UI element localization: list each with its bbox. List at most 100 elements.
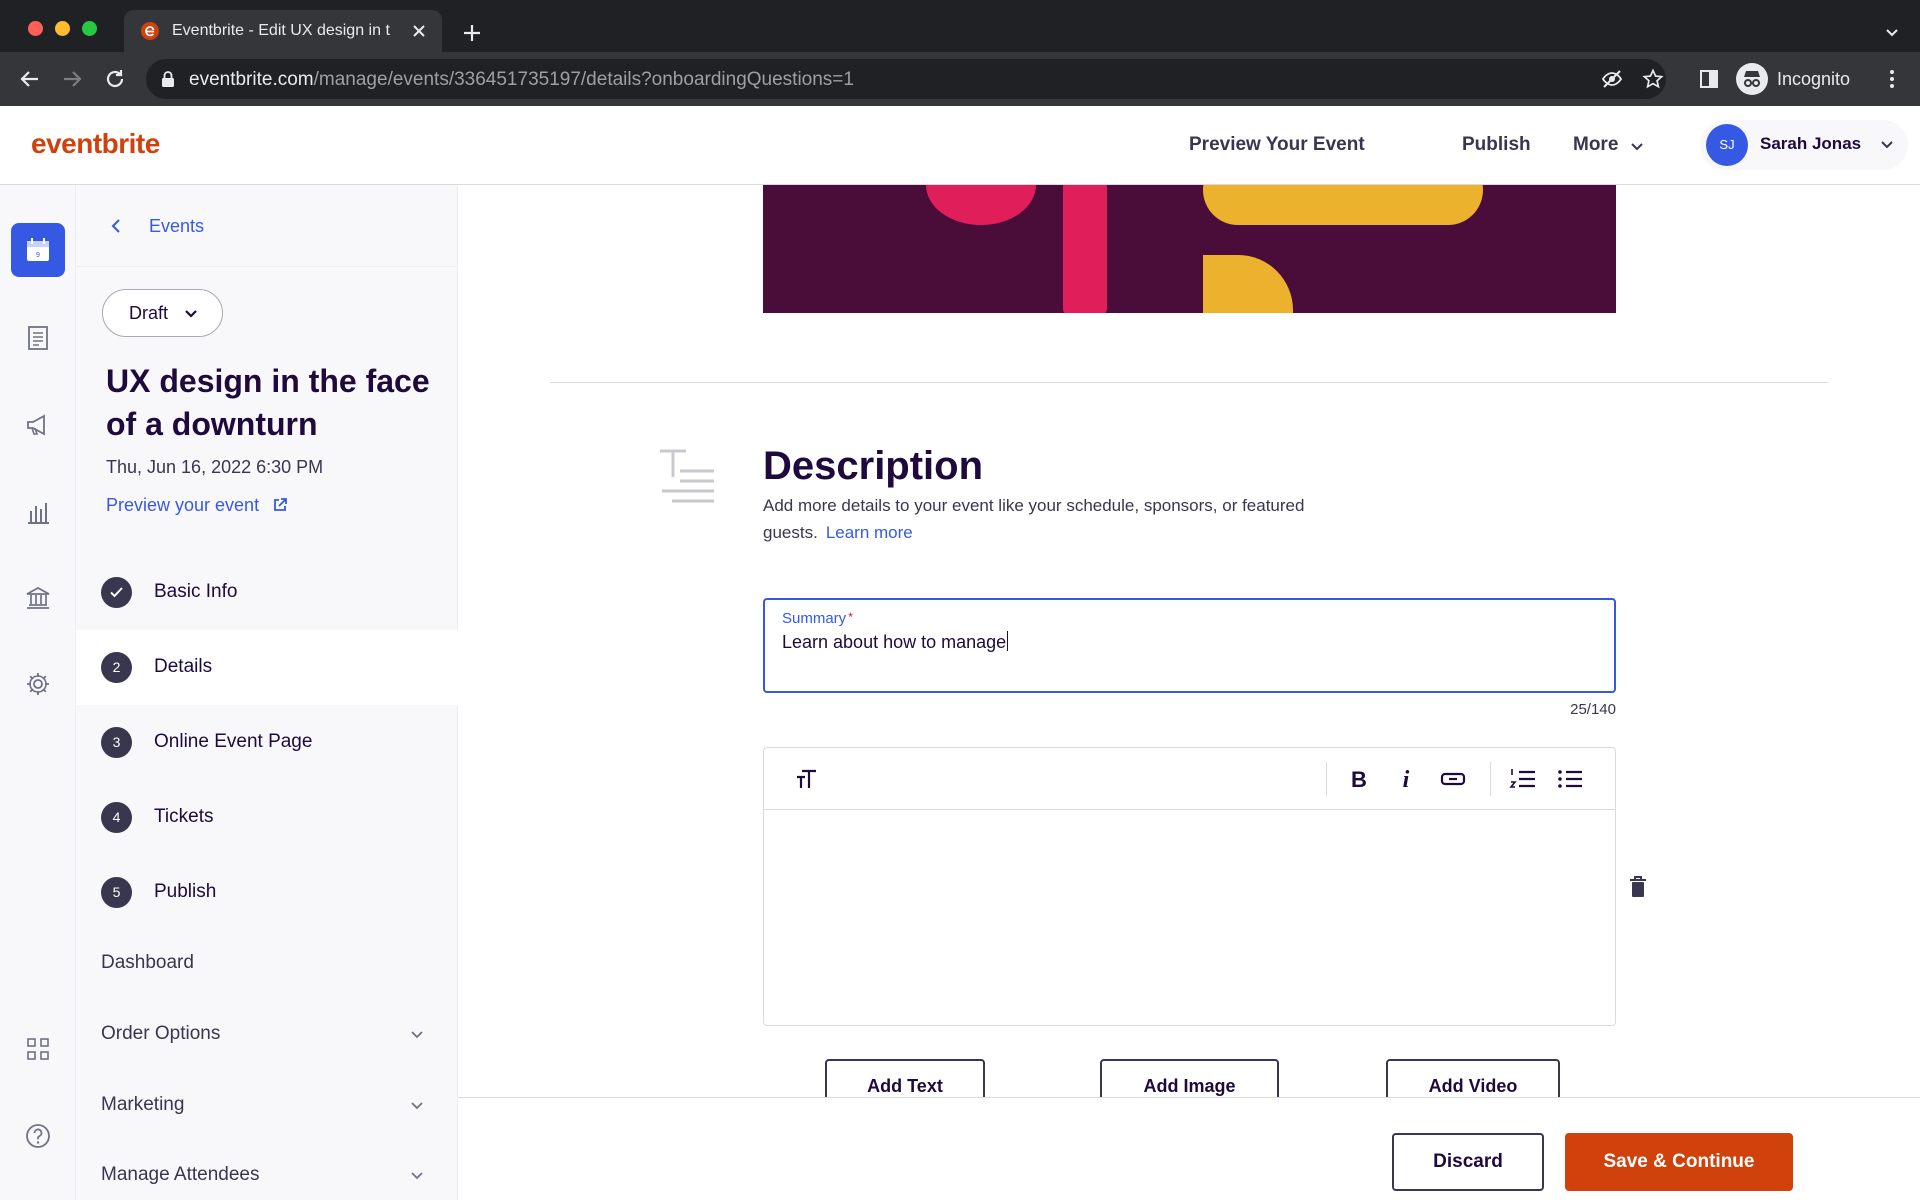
status-dropdown[interactable]: Draft xyxy=(102,289,223,337)
summary-field[interactable]: Summary * Learn about how to manage xyxy=(763,598,1616,693)
save-continue-button[interactable]: Save & Continue xyxy=(1565,1133,1793,1191)
rich-text-editor[interactable]: B i xyxy=(763,747,1616,1026)
rail-settings-button[interactable] xyxy=(11,657,65,711)
megaphone-icon xyxy=(27,414,45,436)
sidebar-item-order-options[interactable]: Order Options xyxy=(101,1023,220,1045)
sidebar-item-marketing[interactable]: Marketing xyxy=(101,1094,184,1116)
preview-event-link[interactable]: Preview your event xyxy=(106,495,259,516)
link-icon[interactable] xyxy=(1438,764,1468,794)
chevron-left-icon xyxy=(111,219,120,233)
learn-more-link[interactable]: Learn more xyxy=(826,523,913,542)
browser-tab-bar: Eventbrite - Edit UX design in t xyxy=(0,0,1920,52)
event-date: Thu, Jun 16, 2022 6:30 PM xyxy=(106,457,324,477)
status-label: Draft xyxy=(129,303,169,323)
numbered-list-icon[interactable] xyxy=(1508,764,1538,794)
icon-rail: 9 xyxy=(0,185,76,1200)
action-footer: Discard Save & Continue xyxy=(458,1097,1920,1200)
app-header: eventbrite Preview Your Event Publish Mo… xyxy=(0,106,1920,185)
address-bar[interactable]: eventbrite.com/manage/events/33645173519… xyxy=(146,59,1666,99)
more-menu-button[interactable]: More xyxy=(1573,134,1618,156)
italic-icon[interactable]: i xyxy=(1391,764,1421,794)
window-maximize-button[interactable] xyxy=(82,21,97,36)
lock-icon xyxy=(162,71,174,87)
step-check-badge xyxy=(101,577,132,608)
svg-text:i: i xyxy=(1403,767,1410,793)
avatar: SJ xyxy=(1706,124,1748,166)
trash-icon[interactable] xyxy=(1628,875,1648,899)
chevron-down-icon xyxy=(1881,141,1893,149)
svg-text:B: B xyxy=(1351,767,1367,792)
sidebar-item-manage-attendees[interactable]: Manage Attendees xyxy=(101,1164,259,1186)
side-panel-icon[interactable] xyxy=(1698,68,1720,90)
event-banner-image xyxy=(763,185,1616,313)
browser-toolbar: eventbrite.com/manage/events/33645173519… xyxy=(0,52,1920,106)
step-number: 5 xyxy=(101,877,132,908)
step-label: Tickets xyxy=(154,806,214,827)
back-arrow-icon[interactable] xyxy=(18,67,42,91)
browser-tab[interactable]: Eventbrite - Edit UX design in t xyxy=(124,10,442,52)
incognito-label: Incognito xyxy=(1777,69,1851,89)
orders-icon xyxy=(28,326,48,350)
new-tab-icon[interactable] xyxy=(461,22,483,44)
eye-slash-icon[interactable] xyxy=(1601,68,1623,90)
window-minimize-button[interactable] xyxy=(55,21,70,36)
step-basic-info[interactable]: Basic Info xyxy=(76,555,458,630)
summary-input[interactable]: Learn about how to manage xyxy=(782,631,1009,653)
back-label: Events xyxy=(149,216,205,236)
chevron-down-icon xyxy=(185,310,197,318)
chevron-down-icon xyxy=(411,1031,423,1039)
browser-menu-icon[interactable] xyxy=(1880,67,1904,91)
window-close-button[interactable] xyxy=(28,21,43,36)
step-label: Publish xyxy=(154,881,217,902)
discard-button[interactable]: Discard xyxy=(1392,1133,1544,1191)
forward-arrow-icon[interactable] xyxy=(60,67,84,91)
incognito-indicator[interactable]: Incognito xyxy=(1736,59,1876,99)
summary-label: Summary * xyxy=(782,610,853,627)
text-section-icon xyxy=(660,449,714,503)
rail-orders-button[interactable] xyxy=(11,311,65,365)
section-divider xyxy=(550,382,1828,383)
sidebar-item-dashboard[interactable]: Dashboard xyxy=(101,952,194,974)
rail-help-button[interactable] xyxy=(11,1109,65,1163)
chevron-down-icon xyxy=(411,1102,423,1110)
eventbrite-logo[interactable]: eventbrite xyxy=(31,128,160,160)
step-label: Basic Info xyxy=(154,581,238,602)
text-size-icon[interactable] xyxy=(792,764,822,794)
section-description: Add more details to your event like your… xyxy=(763,496,1305,542)
publish-link[interactable]: Publish xyxy=(1462,134,1531,156)
settings-icon xyxy=(27,673,49,695)
step-publish[interactable]: 5 Publish xyxy=(76,855,458,930)
bold-icon[interactable]: B xyxy=(1344,764,1374,794)
chevron-down-icon xyxy=(411,1172,423,1180)
tab-search-chevron-icon[interactable] xyxy=(1884,24,1900,40)
eventbrite-favicon-icon xyxy=(141,22,159,40)
finance-icon xyxy=(26,587,50,609)
rail-apps-button[interactable] xyxy=(11,1022,65,1076)
bulleted-list-icon[interactable] xyxy=(1555,764,1585,794)
step-tickets[interactable]: 4 Tickets xyxy=(76,780,458,855)
rail-finance-button[interactable] xyxy=(11,571,65,625)
step-number: 3 xyxy=(101,727,132,758)
bookmark-star-icon[interactable] xyxy=(1642,68,1664,90)
tab-close-icon[interactable] xyxy=(410,22,428,40)
check-icon xyxy=(110,587,123,598)
character-counter: 25/140 xyxy=(1570,701,1616,718)
reports-icon xyxy=(28,503,49,524)
help-icon xyxy=(26,1124,50,1148)
svg-text:9: 9 xyxy=(36,252,40,259)
calendar-icon: 9 xyxy=(27,238,49,261)
rail-events-button[interactable]: 9 xyxy=(11,223,65,277)
back-to-events-link[interactable]: Events xyxy=(76,185,458,267)
user-menu-button[interactable]: SJ Sarah Jonas xyxy=(1700,120,1908,170)
incognito-icon xyxy=(1736,63,1768,95)
reload-icon[interactable] xyxy=(103,67,127,91)
toolbar-separator xyxy=(1326,762,1327,796)
preview-your-event-link[interactable]: Preview Your Event xyxy=(1189,134,1365,156)
step-label: Online Event Page xyxy=(154,731,313,752)
section-title: Description xyxy=(763,444,984,488)
step-details[interactable]: 2 Details xyxy=(76,630,458,705)
browser-tab-title: Eventbrite - Edit UX design in t xyxy=(172,22,390,39)
rail-reports-button[interactable] xyxy=(11,485,65,539)
step-online-event-page[interactable]: 3 Online Event Page xyxy=(76,705,458,780)
rail-marketing-button[interactable] xyxy=(11,398,65,452)
